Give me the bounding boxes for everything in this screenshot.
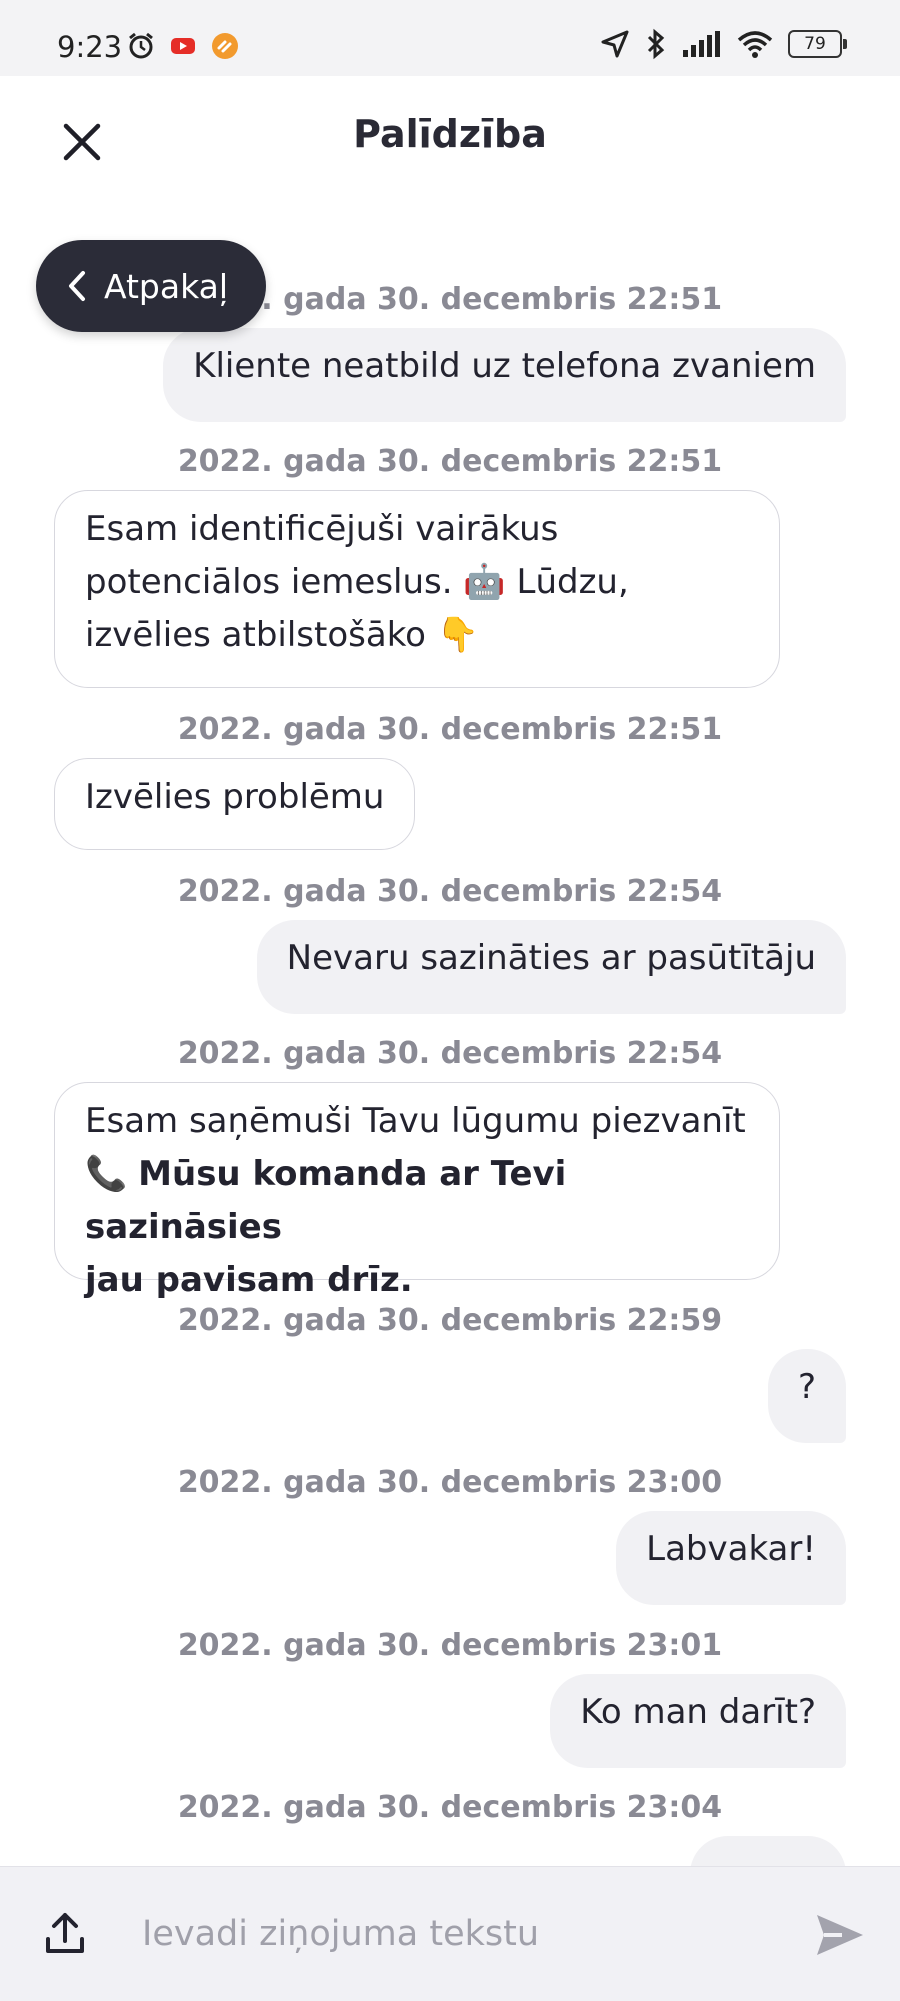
message-outgoing: ?	[767, 1349, 846, 1443]
message-outgoing: Kliente neatbild uz telefona zvaniem	[163, 328, 846, 422]
youtube-icon	[171, 38, 195, 54]
message-text: izvēlies atbilstošāko 👇	[85, 615, 480, 655]
message-input[interactable]	[140, 1897, 784, 1971]
message-bold-text: Mūsu komanda ar Tevi sazināsies	[85, 1154, 567, 1247]
message-timestamp: 2022. gada 30. decembris 22:51	[177, 444, 723, 479]
message-timestamp: 2022. gada 30. decembris 22:59	[177, 1303, 723, 1338]
status-right-icons: 79	[600, 28, 847, 60]
message-timestamp: 2022. gada 30. decembris 22:51	[177, 712, 723, 747]
message-incoming: Esam identificējuši vairākus potenciālos…	[54, 490, 780, 688]
message-text: Labvakar!	[646, 1529, 816, 1569]
message-incoming: Izvēlies problēmu	[54, 758, 416, 850]
upload-icon[interactable]	[40, 1909, 90, 1959]
message-timestamp: 2022. gada 30. decembris 23:04	[177, 1790, 723, 1825]
battery-icon: 79	[788, 30, 847, 58]
wifi-icon	[737, 31, 773, 58]
status-left-icons	[126, 31, 240, 61]
status-time: 9:23	[57, 30, 123, 64]
message-timestamp: 2022. gada 30. decembris 23:00	[177, 1465, 723, 1500]
message-outgoing	[690, 1836, 846, 1866]
message-text-line: 📞 Mūsu komanda ar Tevi sazināsies	[85, 1148, 749, 1254]
status-bar: 9:23 79	[0, 0, 900, 76]
back-button[interactable]: Atpakaļ	[36, 240, 266, 332]
message-text: Esam saņēmuši Tavu lūgumu piezvanīt	[85, 1101, 746, 1141]
alarm-icon	[129, 32, 153, 59]
message-text: Nevaru sazināties ar pasūtītāju	[286, 938, 816, 978]
signal-icon	[683, 31, 720, 57]
app-notification-icon	[212, 33, 238, 59]
phone-emoji: 📞	[85, 1154, 128, 1194]
message-timestamp: 2022. gada 30. decembris 23:01	[177, 1628, 723, 1663]
send-icon[interactable]	[814, 1911, 866, 1959]
message-text: Kliente neatbild uz telefona zvaniem	[193, 346, 816, 386]
message-text: Esam identificējuši vairākus	[85, 509, 559, 549]
chevron-left-icon	[69, 271, 85, 301]
bluetooth-icon	[647, 28, 665, 60]
message-bold-text: jau pavisam drīz.	[85, 1260, 413, 1300]
message-timestamp: 2022. gada 30. decembris 22:54	[177, 1036, 723, 1071]
message-outgoing: Ko man darīt?	[550, 1674, 846, 1768]
message-text: potenciālos iemeslus. 🤖 Lūdzu,	[85, 562, 629, 602]
chat-history[interactable]: 2022. gada 30. decembris 22:51 Kliente n…	[0, 206, 900, 1866]
page-title: Palīdzība	[353, 112, 547, 156]
header: Palīdzība	[0, 76, 900, 206]
message-composer	[0, 1866, 900, 2001]
message-text-line: jau pavisam drīz.	[85, 1254, 749, 1307]
location-icon	[601, 30, 629, 58]
message-timestamp: 2022. gada 30. decembris 22:54	[177, 874, 723, 909]
message-text: ?	[797, 1367, 816, 1407]
back-button-label: Atpakaļ	[104, 266, 229, 306]
message-text: Ko man darīt?	[580, 1692, 816, 1732]
message-outgoing: Nevaru sazināties ar pasūtītāju	[256, 920, 846, 1014]
message-outgoing: Labvakar!	[616, 1511, 846, 1605]
message-text: Izvēlies problēmu	[85, 777, 385, 817]
message-incoming: Esam saņēmuši Tavu lūgumu piezvanīt 📞 Mū…	[54, 1082, 780, 1300]
